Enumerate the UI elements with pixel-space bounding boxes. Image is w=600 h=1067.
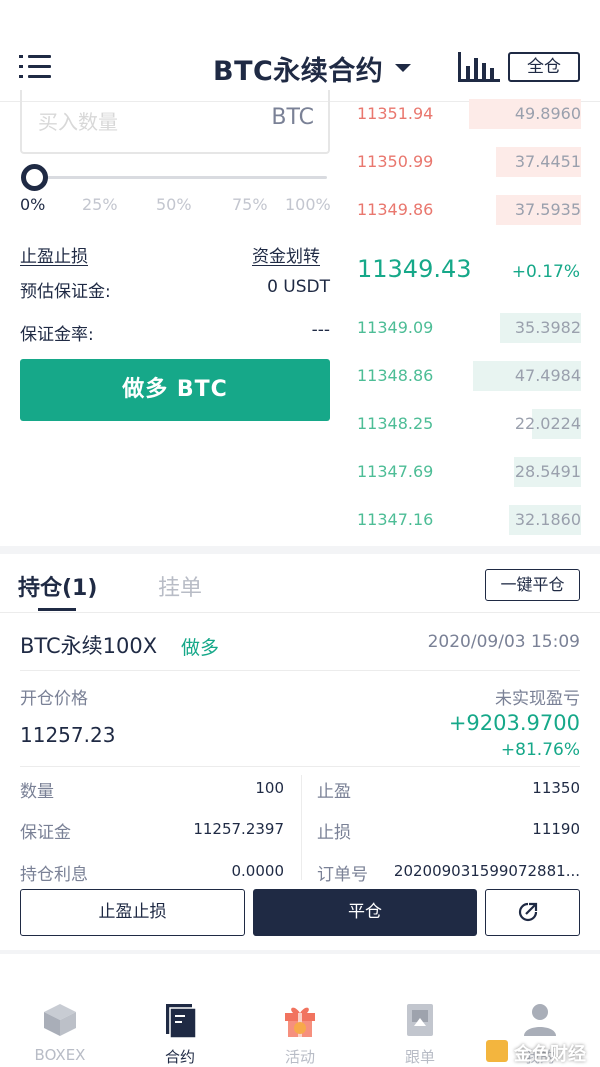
open-price-value: 11257.23 — [20, 723, 116, 747]
section-divider — [0, 546, 600, 554]
slider-label-50[interactable]: 50% — [156, 195, 192, 214]
user-icon — [524, 1004, 556, 1036]
position-symbol: BTC永续100X — [20, 634, 158, 658]
interest-label: 持仓利息 — [20, 865, 88, 885]
nav-label: BOXEX — [34, 1046, 86, 1064]
tabs-border — [0, 612, 600, 613]
ask-price: 11351.94 — [357, 104, 434, 123]
unrealized-pnl-percent: +81.76% — [500, 740, 580, 760]
slider-label-0[interactable]: 0% — [20, 195, 45, 214]
bid-amount: 28.5491 — [514, 462, 581, 481]
quantity-value: 100 — [255, 779, 284, 797]
leverage-slider-track[interactable] — [34, 176, 327, 179]
ask-amount: 49.8960 — [514, 104, 581, 123]
close-position-button[interactable]: 平仓 — [253, 889, 477, 936]
position-side: 做多 — [181, 637, 220, 659]
ask-row[interactable]: 11351.94 49.8960 — [357, 99, 581, 129]
transfer-link[interactable]: 资金划转 — [252, 242, 320, 267]
stop-loss-value: 11190 — [532, 820, 580, 838]
bid-price: 11347.16 — [357, 510, 434, 529]
footer-separator — [0, 950, 600, 954]
bid-amount: 32.1860 — [514, 510, 581, 529]
bid-price: 11347.69 — [357, 462, 434, 481]
quantity-placeholder: 买入数量 — [38, 110, 118, 134]
nav-label: 跟单 — [404, 1048, 435, 1066]
slider-label-75[interactable]: 75% — [232, 195, 268, 214]
divider — [20, 766, 580, 767]
tab-orders[interactable]: 挂单 — [158, 570, 202, 602]
price-change: +0.17% — [511, 262, 580, 282]
margin-rate-value: --- — [311, 320, 330, 340]
bid-amount: 22.0224 — [514, 414, 581, 433]
ask-row[interactable]: 11349.86 37.5935 — [357, 195, 581, 225]
kline-chart-icon[interactable] — [456, 52, 500, 82]
bid-row[interactable]: 11347.16 32.1860 — [357, 505, 581, 535]
stop-loss-label: 止损 — [317, 823, 351, 843]
margin-rate-label: 保证金率: — [20, 325, 94, 345]
ask-amount: 37.5935 — [514, 200, 581, 219]
chevron-down-icon[interactable] — [395, 64, 411, 72]
bid-price: 11348.25 — [357, 414, 434, 433]
last-price: 11349.43 — [357, 255, 472, 283]
watermark-text: 金色财经 — [514, 1044, 586, 1065]
watermark: 金色财经 — [486, 1036, 596, 1066]
position-time: 2020/09/03 15:09 — [427, 632, 580, 652]
margin-mode-button[interactable]: 全仓 — [508, 52, 580, 82]
bid-price: 11348.86 — [357, 366, 434, 385]
follow-icon — [407, 1004, 433, 1036]
gift-icon — [285, 1007, 315, 1037]
interest-value: 0.0000 — [231, 862, 285, 880]
slider-handle[interactable] — [21, 164, 48, 191]
nav-copy-trade[interactable]: 跟单 — [380, 1000, 460, 1067]
order-no-value: 202009031599072881... — [393, 862, 580, 880]
bid-amount: 35.3982 — [514, 318, 581, 337]
est-margin-value: 0 USDT — [267, 277, 330, 297]
quantity-unit: BTC — [271, 105, 314, 130]
ask-amount: 37.4451 — [514, 152, 581, 171]
bid-amount: 47.4984 — [514, 366, 581, 385]
margin-value: 11257.2397 — [193, 820, 284, 838]
tab-positions[interactable]: 持仓(1) — [18, 570, 97, 602]
order-no-label: 订单号 — [317, 865, 368, 885]
slider-label-100[interactable]: 100% — [285, 195, 331, 214]
quantity-label: 数量 — [20, 782, 54, 802]
unrealized-pnl-value: +9203.9700 — [448, 711, 580, 735]
tp-sl-button[interactable]: 止盈止损 — [20, 889, 245, 936]
long-button[interactable]: 做多 BTC — [20, 359, 330, 421]
open-price-label: 开仓价格 — [20, 689, 88, 709]
take-profit-label: 止盈 — [317, 782, 351, 802]
page-title[interactable]: BTC永续合约 — [213, 49, 383, 88]
watermark-logo-icon — [486, 1040, 508, 1062]
quantity-input[interactable]: 买入数量 BTC — [20, 90, 330, 154]
ask-price: 11349.86 — [357, 200, 434, 219]
share-button[interactable] — [485, 889, 580, 936]
tp-sl-link[interactable]: 止盈止损 — [20, 242, 88, 267]
slider-label-25[interactable]: 25% — [82, 195, 118, 214]
margin-label: 保证金 — [20, 823, 71, 843]
bid-row[interactable]: 11348.25 22.0224 — [357, 409, 581, 439]
bid-price: 11349.09 — [357, 318, 434, 337]
nav-boxex[interactable]: BOXEX — [20, 1000, 100, 1064]
nav-contract[interactable]: 合约 — [140, 1000, 220, 1067]
ask-price: 11350.99 — [357, 152, 434, 171]
contract-icon — [166, 1004, 197, 1039]
nav-label: 合约 — [164, 1048, 195, 1066]
close-all-button[interactable]: 一键平仓 — [485, 569, 580, 601]
menu-icon[interactable] — [19, 55, 52, 80]
share-icon — [518, 902, 538, 922]
nav-label: 活动 — [284, 1048, 315, 1066]
take-profit-value: 11350 — [532, 779, 580, 797]
unrealized-pnl-label: 未实现盈亏 — [495, 689, 580, 709]
est-margin-label: 预估保证金: — [20, 282, 111, 302]
header: BTC永续合约 全仓 — [0, 0, 600, 102]
ask-row[interactable]: 11350.99 37.4451 — [357, 147, 581, 177]
divider — [20, 670, 580, 671]
nav-activity[interactable]: 活动 — [260, 1000, 340, 1067]
bid-row[interactable]: 11348.86 47.4984 — [357, 361, 581, 391]
cube-icon — [44, 1004, 76, 1036]
tab-underline — [38, 608, 76, 611]
column-divider — [301, 775, 302, 880]
bid-row[interactable]: 11349.09 35.3982 — [357, 313, 581, 343]
bid-row[interactable]: 11347.69 28.5491 — [357, 457, 581, 487]
